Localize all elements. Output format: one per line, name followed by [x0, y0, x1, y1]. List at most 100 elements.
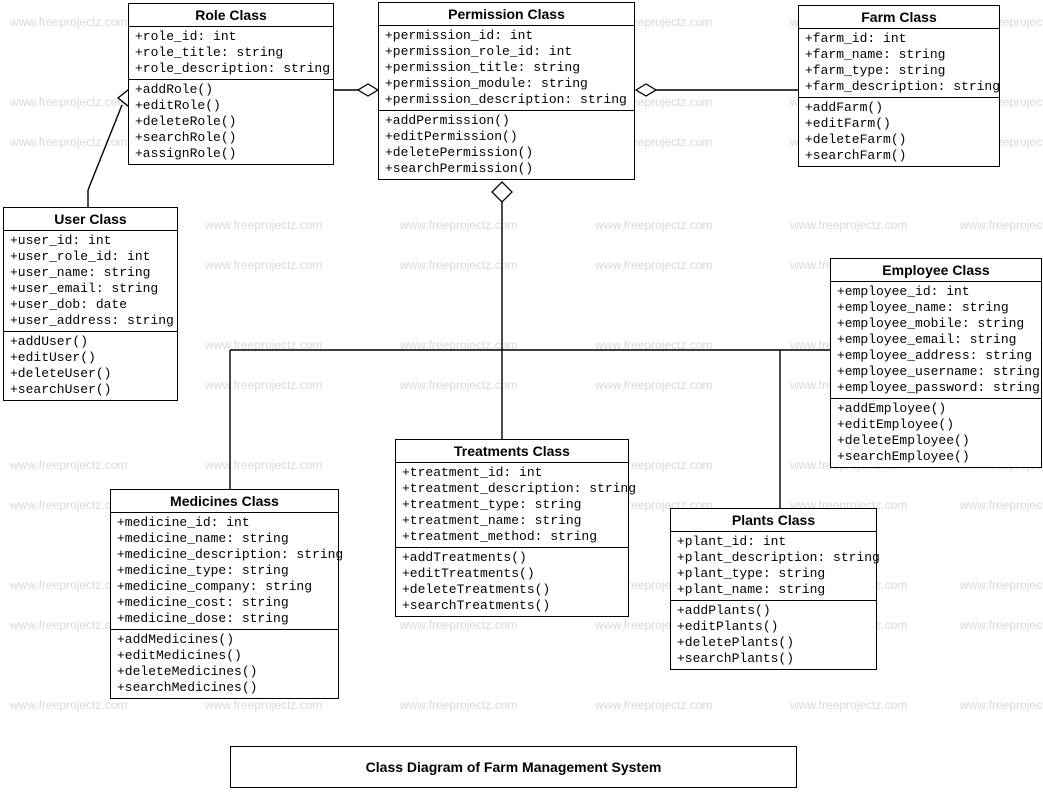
class-member: +role_id: int	[135, 29, 327, 45]
class-member: +searchRole()	[135, 130, 327, 146]
class-member: +employee_email: string	[837, 332, 1035, 348]
class-member: +plant_type: string	[677, 566, 870, 582]
class-medicines: Medicines Class +medicine_id: int+medici…	[110, 489, 339, 699]
class-member: +medicine_dose: string	[117, 611, 332, 627]
class-member: +editUser()	[10, 350, 171, 366]
attrs: +role_id: int+role_title: string+role_de…	[129, 27, 333, 80]
watermark-text: www.freeprojectz.com	[205, 378, 322, 392]
class-member: +addPlants()	[677, 603, 870, 619]
class-member: +deleteMedicines()	[117, 664, 332, 680]
watermark-text: www.freeprojectz.com	[595, 218, 712, 232]
class-member: +medicine_name: string	[117, 531, 332, 547]
class-member: +plant_id: int	[677, 534, 870, 550]
class-member: +editTreatments()	[402, 566, 622, 582]
class-member: +employee_mobile: string	[837, 316, 1035, 332]
class-member: +medicine_type: string	[117, 563, 332, 579]
class-member: +permission_description: string	[385, 92, 628, 108]
class-member: +deleteTreatments()	[402, 582, 622, 598]
watermark-text: www.freeprojectz.com	[205, 698, 322, 712]
class-member: +treatment_method: string	[402, 529, 622, 545]
class-member: +employee_id: int	[837, 284, 1035, 300]
class-member: +permission_module: string	[385, 76, 628, 92]
class-member: +user_role_id: int	[10, 249, 171, 265]
diagram-caption: Class Diagram of Farm Management System	[230, 746, 797, 788]
class-title: Treatments Class	[396, 440, 628, 463]
class-member: +farm_name: string	[805, 47, 993, 63]
class-member: +user_dob: date	[10, 297, 171, 313]
ops: +addPlants()+editPlants()+deletePlants()…	[671, 601, 876, 669]
ops: +addTreatments()+editTreatments()+delete…	[396, 548, 628, 616]
class-title: User Class	[4, 208, 177, 231]
class-member: +employee_username: string	[837, 364, 1035, 380]
class-member: +permission_title: string	[385, 60, 628, 76]
class-member: +addMedicines()	[117, 632, 332, 648]
ops: +addRole()+editRole()+deleteRole()+searc…	[129, 80, 333, 164]
class-member: +role_title: string	[135, 45, 327, 61]
class-member: +deletePermission()	[385, 145, 628, 161]
class-member: +farm_id: int	[805, 31, 993, 47]
class-member: +permission_role_id: int	[385, 44, 628, 60]
class-member: +role_description: string	[135, 61, 327, 77]
class-member: +treatment_type: string	[402, 497, 622, 513]
caption-text: Class Diagram of Farm Management System	[366, 759, 662, 775]
class-member: +assignRole()	[135, 146, 327, 162]
attrs: +farm_id: int+farm_name: string+farm_typ…	[799, 29, 999, 98]
class-employee: Employee Class +employee_id: int+employe…	[830, 258, 1042, 468]
watermark-text: www.freeprojectz.com	[205, 458, 322, 472]
ops: +addPermission()+editPermission()+delete…	[379, 111, 634, 179]
watermark-text: www.freeprojectz.com	[790, 698, 907, 712]
class-plants: Plants Class +plant_id: int+plant_descri…	[670, 508, 877, 670]
class-member: +farm_type: string	[805, 63, 993, 79]
class-member: +searchPermission()	[385, 161, 628, 177]
watermark-text: www.freeprojectz.com	[205, 218, 322, 232]
attrs: +employee_id: int+employee_name: string+…	[831, 282, 1041, 399]
watermark-text: www.freeprojectz.com	[400, 338, 517, 352]
attrs: +plant_id: int+plant_description: string…	[671, 532, 876, 601]
class-member: +deleteRole()	[135, 114, 327, 130]
class-member: +employee_name: string	[837, 300, 1035, 316]
watermark-text: www.freeprojectz.com	[10, 698, 127, 712]
watermark-text: www.freeprojectz.com	[10, 458, 127, 472]
class-user: User Class +user_id: int+user_role_id: i…	[3, 207, 178, 401]
class-title: Medicines Class	[111, 490, 338, 513]
class-member: +editFarm()	[805, 116, 993, 132]
watermark-text: www.freeprojectz.com	[10, 135, 127, 149]
class-member: +treatment_id: int	[402, 465, 622, 481]
class-member: +user_email: string	[10, 281, 171, 297]
class-member: +addPermission()	[385, 113, 628, 129]
ops: +addMedicines()+editMedicines()+deleteMe…	[111, 630, 338, 698]
attrs: +treatment_id: int+treatment_description…	[396, 463, 628, 548]
ops: +addUser()+editUser()+deleteUser()+searc…	[4, 332, 177, 400]
watermark-text: www.freeprojectz.com	[790, 218, 907, 232]
class-title: Farm Class	[799, 6, 999, 29]
watermark-text: www.freeprojectz.com	[960, 498, 1043, 512]
class-member: +permission_id: int	[385, 28, 628, 44]
watermark-text: www.freeprojectz.com	[10, 95, 127, 109]
class-member: +searchEmployee()	[837, 449, 1035, 465]
class-member: +medicine_id: int	[117, 515, 332, 531]
class-member: +treatment_name: string	[402, 513, 622, 529]
class-member: +farm_description: string	[805, 79, 993, 95]
watermark-text: www.freeprojectz.com	[10, 15, 127, 29]
watermark-text: www.freeprojectz.com	[595, 258, 712, 272]
class-member: +addEmployee()	[837, 401, 1035, 417]
class-member: +treatment_description: string	[402, 481, 622, 497]
class-member: +deletePlants()	[677, 635, 870, 651]
class-member: +searchPlants()	[677, 651, 870, 667]
watermark-text: www.freeprojectz.com	[595, 698, 712, 712]
class-member: +deleteEmployee()	[837, 433, 1035, 449]
class-member: +employee_address: string	[837, 348, 1035, 364]
class-member: +medicine_description: string	[117, 547, 332, 563]
attrs: +user_id: int+user_role_id: int+user_nam…	[4, 231, 177, 332]
watermark-text: www.freeprojectz.com	[595, 338, 712, 352]
class-title: Role Class	[129, 4, 333, 27]
class-role: Role Class +role_id: int+role_title: str…	[128, 3, 334, 165]
watermark-text: www.freeprojectz.com	[205, 338, 322, 352]
class-member: +editPermission()	[385, 129, 628, 145]
watermark-text: www.freeprojectz.com	[400, 378, 517, 392]
watermark-text: www.freeprojectz.com	[400, 258, 517, 272]
class-member: +addRole()	[135, 82, 327, 98]
class-member: +addFarm()	[805, 100, 993, 116]
class-member: +employee_password: string	[837, 380, 1035, 396]
watermark-text: www.freeprojectz.com	[400, 698, 517, 712]
